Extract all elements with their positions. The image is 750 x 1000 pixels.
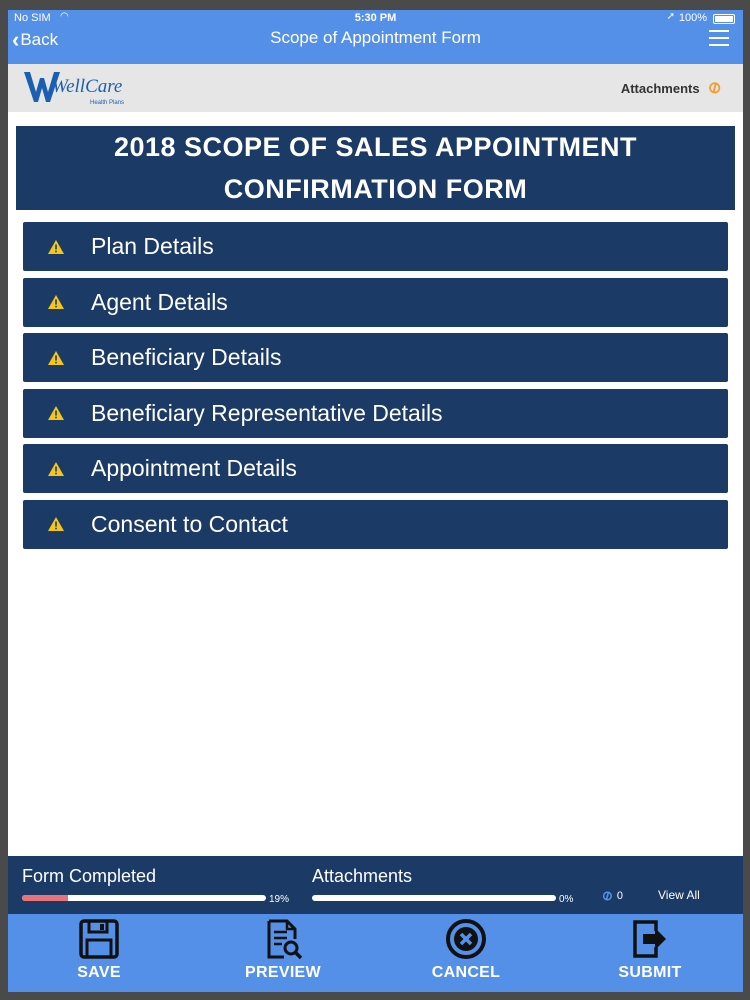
- save-button[interactable]: SAVE: [44, 918, 154, 990]
- section-label: Appointment Details: [91, 455, 297, 481]
- wellcare-logo: WellCare Health Plans: [24, 72, 124, 106]
- battery-percent: 100%: [678, 12, 707, 24]
- attachment-count-value: 0: [616, 890, 624, 902]
- save-label: SAVE: [77, 964, 121, 981]
- section-label: Beneficiary Details: [91, 344, 282, 370]
- location-arrow-icon: ➚: [666, 11, 675, 22]
- logo-subtext: Health Plans: [90, 100, 124, 106]
- section-label: Consent to Contact: [91, 510, 288, 537]
- attachments-label: Attachments: [620, 80, 700, 96]
- section-appointment-details[interactable]: Appointment Details: [23, 444, 728, 493]
- page-title: Scope of Appointment Form: [270, 28, 481, 47]
- paperclip-icon: ⊘: [704, 77, 725, 100]
- floppy-disk-icon: [79, 919, 119, 959]
- nav-bar: No SIM ◠ 5:30 PM ➚ 100% ‹ Back Scope of …: [8, 10, 743, 64]
- attachment-count: ⊘ 0: [598, 886, 624, 905]
- section-plan-details[interactable]: Plan Details: [23, 222, 728, 271]
- warning-icon: [48, 406, 64, 420]
- section-label: Agent Details: [91, 288, 228, 315]
- form-completed-progress-fill: [22, 895, 69, 901]
- warning-icon: [48, 461, 64, 476]
- warning-icon: [48, 295, 64, 309]
- logo-wordmark: WellCare: [52, 76, 122, 97]
- section-label: Beneficiary Representative Details: [91, 399, 443, 426]
- document-search-icon: [267, 919, 303, 960]
- app-screen: No SIM ◠ 5:30 PM ➚ 100% ‹ Back Scope of …: [8, 10, 743, 992]
- form-sections-list: Plan Details Agent Details Beneficiary D…: [23, 222, 728, 555]
- battery-icon: [713, 14, 735, 24]
- section-beneficiary-details[interactable]: Beneficiary Details: [23, 333, 728, 382]
- form-title-line2: CONFIRMATION FORM: [223, 174, 528, 204]
- attachments-progress-label: Attachments: [312, 866, 413, 886]
- section-beneficiary-representative-details[interactable]: Beneficiary Representative Details: [23, 388, 728, 438]
- preview-button[interactable]: PREVIEW: [228, 918, 338, 990]
- form-completed-progress-bar: [22, 895, 266, 901]
- attachments-link[interactable]: Attachments ⊘: [620, 78, 725, 99]
- section-consent-to-contact[interactable]: Consent to Contact: [23, 499, 728, 549]
- status-bar: No SIM ◠ 5:30 PM ➚ 100%: [8, 11, 743, 26]
- paperclip-icon: ⊘: [598, 886, 616, 905]
- form-completed-percent: 19%: [269, 894, 290, 905]
- attachments-progress-bar: [312, 895, 556, 901]
- attachments-percent: 0%: [559, 894, 574, 905]
- submit-label: SUBMIT: [618, 964, 682, 981]
- clock: 5:30 PM: [354, 12, 397, 24]
- section-agent-details[interactable]: Agent Details: [23, 277, 728, 327]
- section-label: Plan Details: [91, 233, 214, 259]
- view-all-link[interactable]: View All: [658, 888, 700, 902]
- warning-icon: [48, 239, 64, 254]
- form-title-banner: 2018 SCOPE OF SALES APPOINTMENT CONFIRMA…: [16, 126, 735, 210]
- cancel-button[interactable]: CANCEL: [411, 918, 521, 990]
- hamburger-menu-icon[interactable]: [709, 30, 729, 46]
- cancel-label: CANCEL: [431, 964, 501, 981]
- cancel-circle-icon: [446, 919, 486, 959]
- preview-label: PREVIEW: [245, 964, 321, 981]
- action-bar: SAVE PREVIEW CANCEL SUBMIT: [8, 914, 743, 992]
- submit-arrow-icon: [633, 920, 666, 958]
- submit-button[interactable]: SUBMIT: [595, 918, 705, 990]
- progress-footer: Form Completed 19% Attachments 0% ⊘ 0 Vi…: [8, 856, 743, 914]
- warning-icon: [48, 517, 64, 531]
- warning-icon: [48, 350, 64, 365]
- header-bar: WellCare Health Plans Attachments ⊘: [8, 64, 743, 112]
- form-title-line1: 2018 SCOPE OF SALES APPOINTMENT: [113, 132, 638, 162]
- form-completed-label: Form Completed: [22, 866, 157, 886]
